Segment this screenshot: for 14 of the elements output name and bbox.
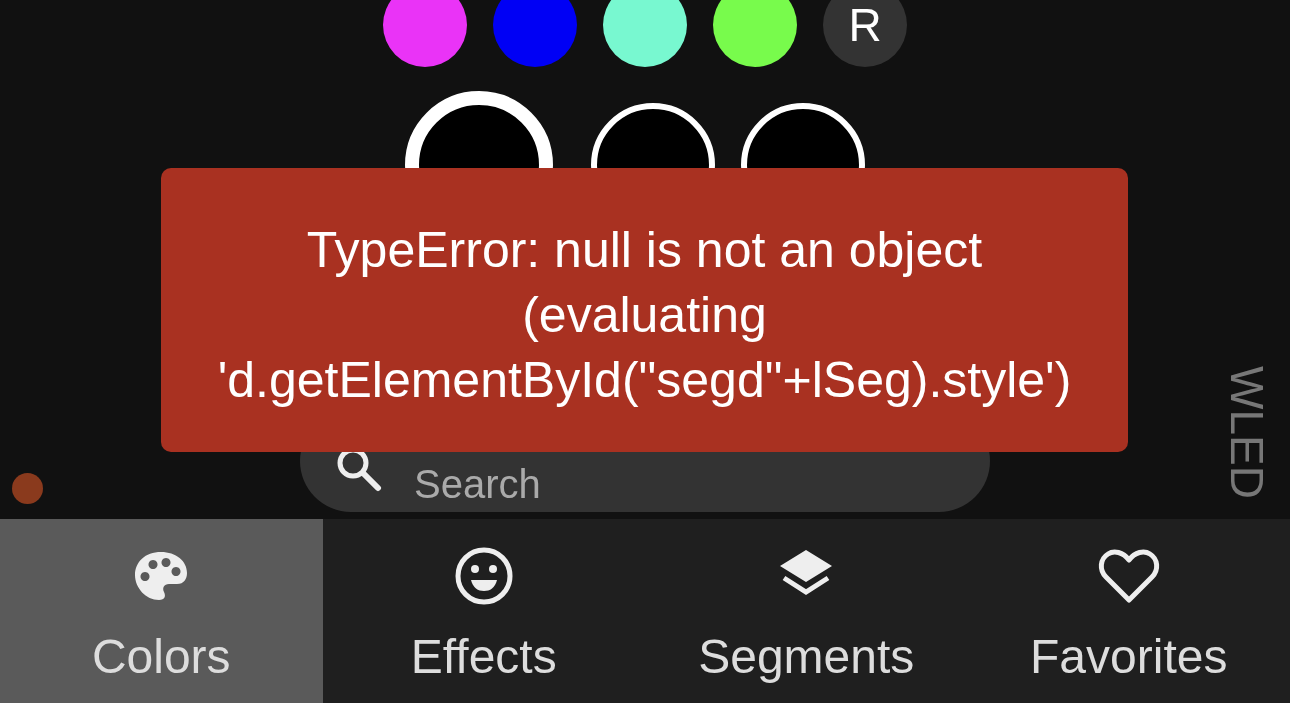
color-swatch[interactable]: [713, 0, 797, 67]
heart-icon: [1097, 548, 1160, 604]
color-swatch[interactable]: [383, 0, 467, 67]
nav-tab[interactable]: Favorites: [967, 519, 1290, 703]
color-swatch[interactable]: [603, 0, 687, 67]
reset-button[interactable]: R: [823, 0, 907, 67]
palette-icon: [133, 550, 190, 602]
nav-tab[interactable]: Effects: [322, 519, 645, 703]
nav-tab[interactable]: Colors: [0, 519, 323, 703]
nav-tab[interactable]: Segments: [645, 519, 968, 703]
error-toast: TypeError: null is not an object (evaluating 'd.getElementById("segd"+lSeg).style'): [161, 168, 1128, 452]
brand-text: WLED: [1224, 366, 1270, 499]
smiley-icon: [453, 546, 514, 606]
color-swatch[interactable]: [493, 0, 577, 67]
